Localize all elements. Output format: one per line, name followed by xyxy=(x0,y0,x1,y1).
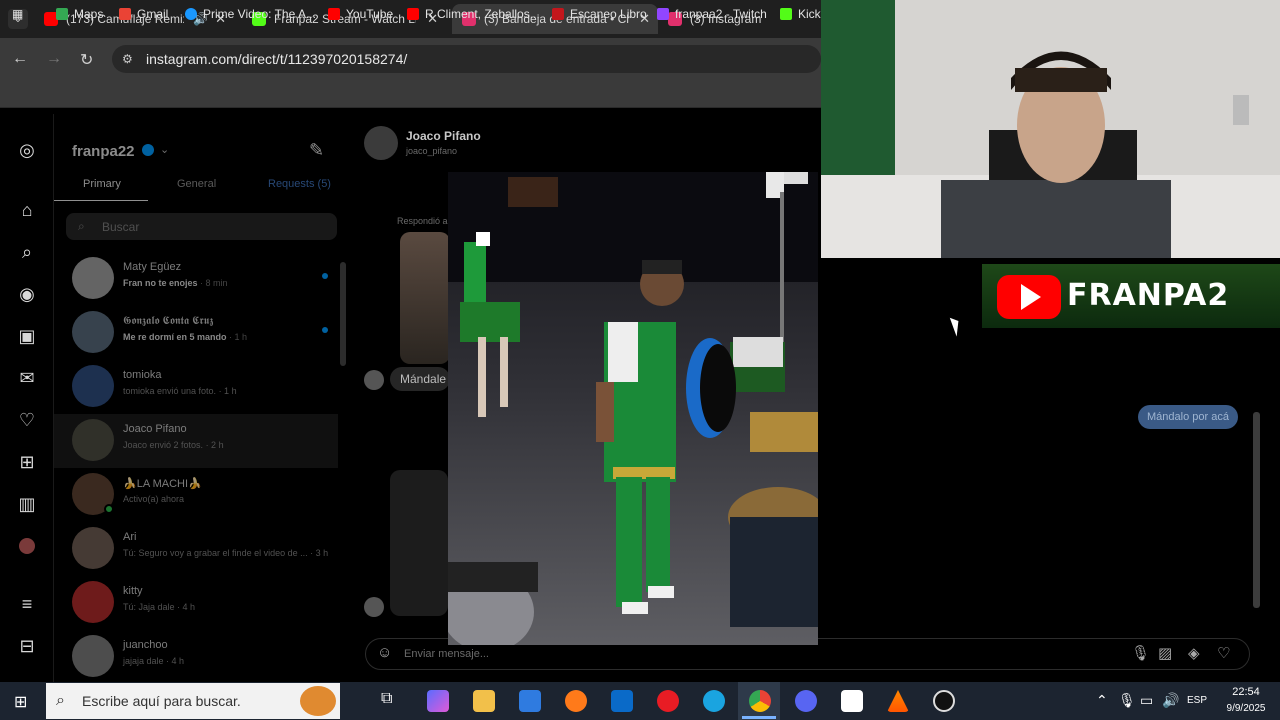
chat-username: joaco_pifano xyxy=(406,146,458,156)
prime-video-icon xyxy=(185,8,197,20)
create-plus-icon[interactable]: ⊞ xyxy=(17,452,37,472)
sender-avatar xyxy=(364,597,384,617)
clock-time[interactable]: 22:54 xyxy=(1222,686,1270,698)
bookmark-label: franpaa2 - Twitch xyxy=(675,7,767,21)
bookmark-twitch[interactable]: franpaa2 - Twitch xyxy=(657,7,767,21)
language-indicator[interactable]: ESP xyxy=(1187,695,1207,706)
microphone-tray-icon[interactable]: 🎙 xyxy=(1118,692,1136,709)
copilot-icon[interactable] xyxy=(427,690,449,712)
menu-icon[interactable]: ≡ xyxy=(17,594,37,614)
capcut-icon[interactable] xyxy=(841,690,863,712)
webcam-feed xyxy=(821,0,1280,258)
bookmark-gmail[interactable]: Gmail xyxy=(119,7,168,21)
chat-title[interactable]: Joaco Pifano xyxy=(406,129,481,143)
messages-icon[interactable]: ✉ xyxy=(17,368,37,388)
windows-start-icon[interactable]: ⊞ xyxy=(14,692,27,712)
bookmarks-bar xyxy=(0,80,821,108)
bookmark-prime-video[interactable]: Prime Video: The A... xyxy=(185,7,316,21)
emoji-icon[interactable]: ☺ xyxy=(377,644,392,661)
search-icon[interactable]: ⌕ xyxy=(17,242,37,262)
reply-label: Respondió a xyxy=(397,216,448,226)
edge-icon[interactable] xyxy=(703,690,725,712)
search-highlight-icon xyxy=(300,686,336,716)
sticker-icon[interactable]: ◈ xyxy=(1188,644,1200,662)
site-settings-icon[interactable]: ⚙ xyxy=(122,52,133,66)
pdf-icon xyxy=(552,8,564,20)
photo-message-thumbnail[interactable] xyxy=(390,470,448,616)
reels-icon[interactable]: ▣ xyxy=(17,326,37,346)
channel-name: FRANPA2 xyxy=(1067,278,1230,313)
bookmark-label: Prime Video: The A... xyxy=(203,7,316,21)
instagram-logo-icon[interactable]: ◎ xyxy=(17,140,37,160)
chat-scrollbar[interactable] xyxy=(1253,412,1260,608)
outgoing-message: Mándalo por acá xyxy=(1138,405,1238,429)
kick-icon xyxy=(780,8,792,20)
bookmark-label: Kick xyxy=(798,7,821,21)
opera-icon[interactable] xyxy=(657,690,679,712)
search-icon: ⌕ xyxy=(56,692,65,709)
bookmark-label: Escaneo Libro xyxy=(570,7,647,21)
also-from-meta-icon[interactable]: ⊟ xyxy=(17,636,37,656)
firefox-icon[interactable] xyxy=(565,690,587,712)
microphone-icon[interactable]: 🎙 xyxy=(1131,644,1150,662)
bookmark-label: R Climent, Zeballos... xyxy=(425,7,540,21)
task-view-icon[interactable]: ⧉ xyxy=(381,690,392,708)
like-heart-icon[interactable]: ♡ xyxy=(1217,644,1230,662)
apps-grid-icon[interactable]: ▦ xyxy=(12,7,23,21)
home-icon[interactable]: ⌂ xyxy=(17,200,37,220)
outlook-icon[interactable] xyxy=(611,690,633,712)
tray-chevron-up-icon[interactable]: ⌃ xyxy=(1096,692,1108,709)
discord-icon[interactable] xyxy=(795,690,817,712)
sender-avatar xyxy=(364,370,384,390)
explore-icon[interactable]: ◉ xyxy=(17,284,37,304)
play-triangle-icon xyxy=(1021,284,1041,310)
photo-content xyxy=(448,172,818,645)
active-app-indicator xyxy=(742,716,776,719)
clock-date[interactable]: 9/9/2025 xyxy=(1218,703,1274,714)
notifications-heart-icon[interactable]: ♡ xyxy=(17,410,37,430)
photo-viewer-image[interactable] xyxy=(448,172,818,645)
webcam-overlay xyxy=(821,0,1280,258)
bookmark-kick[interactable]: Kick xyxy=(780,7,821,21)
bookmark-label: YouTube xyxy=(346,7,394,21)
bookmark-label: Maps xyxy=(74,7,104,21)
bookmark-maps[interactable]: Maps xyxy=(56,7,103,21)
file-explorer-icon[interactable] xyxy=(473,690,495,712)
image-upload-icon[interactable]: ▨ xyxy=(1158,644,1172,662)
maps-icon xyxy=(56,8,68,20)
bookmark-r-climent[interactable]: R Climent, Zeballos... xyxy=(407,7,540,21)
obs-icon[interactable] xyxy=(933,690,955,712)
taskbar-search-input[interactable]: Escribe aquí para buscar. xyxy=(46,683,340,719)
back-arrow-icon[interactable]: ← xyxy=(12,50,28,68)
address-bar[interactable]: instagram.com/direct/t/112397020158274/ xyxy=(112,45,821,73)
network-icon[interactable]: ▭ xyxy=(1140,692,1153,709)
youtube-icon xyxy=(328,8,340,20)
microsoft-store-icon[interactable] xyxy=(519,690,541,712)
forward-arrow-icon[interactable]: → xyxy=(46,50,62,68)
chrome-icon[interactable] xyxy=(749,690,771,712)
bookmark-label: Gmail xyxy=(137,7,169,21)
modal-overlay[interactable] xyxy=(54,114,352,682)
bookmark-youtube[interactable]: YouTube xyxy=(328,7,393,21)
story-reply-thumbnail[interactable] xyxy=(400,232,450,364)
volume-icon[interactable]: 🔊 xyxy=(1162,692,1179,709)
profile-avatar-icon[interactable] xyxy=(17,536,37,556)
youtube-icon xyxy=(407,8,419,20)
dashboard-icon[interactable]: ▥ xyxy=(17,494,37,514)
gmail-icon xyxy=(119,8,131,20)
incoming-message: Mándale j xyxy=(390,367,450,391)
chat-avatar[interactable] xyxy=(364,126,398,160)
twitch-icon xyxy=(657,8,669,20)
bookmark-escaneo-libro[interactable]: Escaneo Libro xyxy=(552,7,647,21)
reload-icon[interactable]: ↻ xyxy=(80,50,93,70)
